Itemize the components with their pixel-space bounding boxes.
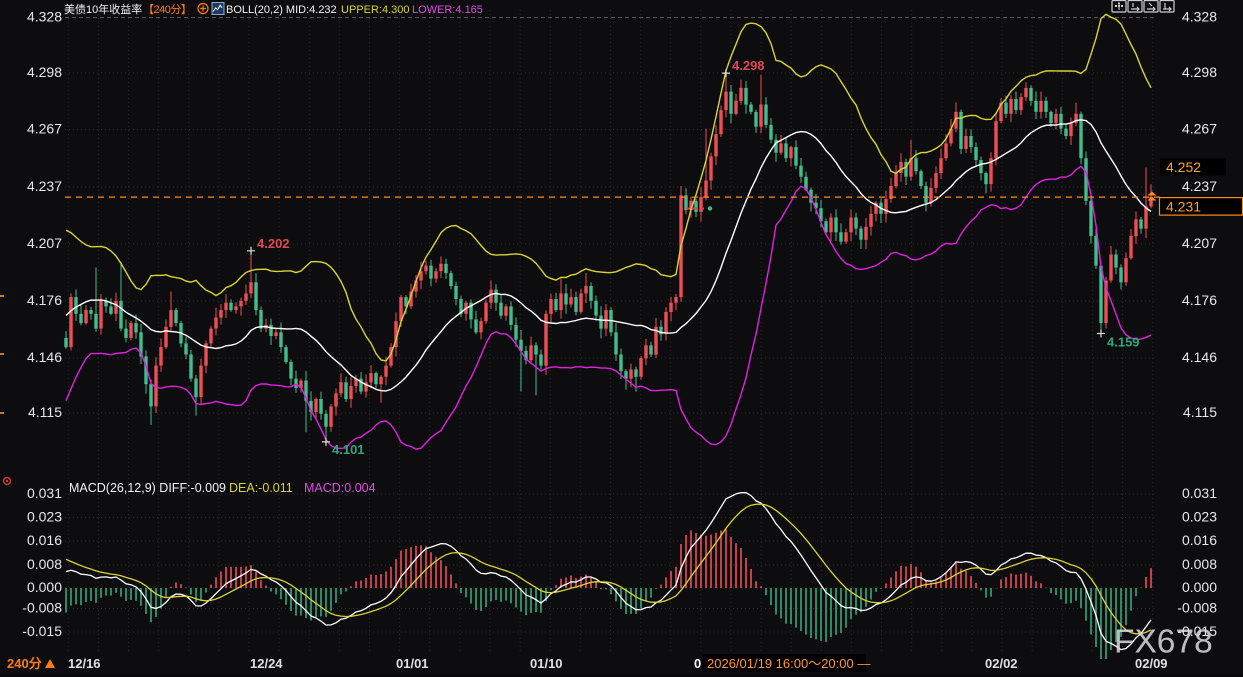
svg-text:BOLL(20,2) MID:4.232: BOLL(20,2) MID:4.232 xyxy=(226,4,337,16)
svg-text:4.176: 4.176 xyxy=(27,292,62,308)
svg-text:0.023: 0.023 xyxy=(27,509,62,525)
svg-text:4.101: 4.101 xyxy=(332,442,365,457)
svg-text:4.267: 4.267 xyxy=(27,121,62,137)
svg-text:0.008: 0.008 xyxy=(27,556,62,572)
svg-text:4.115: 4.115 xyxy=(1183,404,1217,420)
svg-text:4.298: 4.298 xyxy=(27,64,62,80)
svg-text:0.016: 0.016 xyxy=(27,532,62,548)
svg-text:4.115: 4.115 xyxy=(28,404,62,420)
svg-text:MACD(26,12,9) DIFF:-0.009: MACD(26,12,9) DIFF:-0.009 xyxy=(69,481,226,495)
svg-text:4.252: 4.252 xyxy=(1166,159,1201,175)
svg-text:0.016: 0.016 xyxy=(1182,532,1217,548)
svg-text:-0.015: -0.015 xyxy=(22,623,62,639)
svg-text:UPPER:4.300: UPPER:4.300 xyxy=(341,4,409,16)
svg-text:0.000: 0.000 xyxy=(27,579,62,595)
svg-text:240分: 240分 xyxy=(7,656,42,671)
svg-text:【240分】: 【240分】 xyxy=(143,3,191,16)
svg-text:4.328: 4.328 xyxy=(1182,9,1217,25)
svg-text:12/24: 12/24 xyxy=(250,656,283,671)
svg-text:MACD:0.004: MACD:0.004 xyxy=(304,481,376,495)
svg-text:4.146: 4.146 xyxy=(27,349,62,365)
svg-text:02/02: 02/02 xyxy=(985,656,1018,671)
svg-text:4.207: 4.207 xyxy=(27,235,62,251)
svg-text:2026/01/19 16:00～20:00 —: 2026/01/19 16:00～20:00 — xyxy=(707,656,870,671)
svg-text:0.031: 0.031 xyxy=(1182,485,1217,501)
svg-text:12/16: 12/16 xyxy=(68,656,101,671)
svg-text:01/01: 01/01 xyxy=(396,656,429,671)
svg-text:0: 0 xyxy=(694,656,701,671)
svg-text:LOWER:4.165: LOWER:4.165 xyxy=(412,4,483,16)
svg-text:4.267: 4.267 xyxy=(1182,121,1217,137)
svg-text:4.298: 4.298 xyxy=(732,58,765,73)
svg-text:美债10年收益率: 美债10年收益率 xyxy=(64,2,142,16)
svg-text:-0.008: -0.008 xyxy=(1177,600,1217,616)
svg-text:01/10: 01/10 xyxy=(530,656,563,671)
svg-text:4.328: 4.328 xyxy=(27,9,62,25)
svg-text:0.031: 0.031 xyxy=(27,485,62,501)
svg-text:4.231: 4.231 xyxy=(1166,199,1201,215)
svg-text:4.237: 4.237 xyxy=(27,178,62,194)
svg-text:4.146: 4.146 xyxy=(1182,349,1217,365)
svg-text:4.298: 4.298 xyxy=(1182,64,1217,80)
svg-text:0.008: 0.008 xyxy=(1182,556,1217,572)
svg-text:4.237: 4.237 xyxy=(1182,178,1217,194)
svg-text:4.176: 4.176 xyxy=(1182,292,1217,308)
svg-text:4.202: 4.202 xyxy=(257,236,290,251)
svg-text:-0.008: -0.008 xyxy=(22,600,62,616)
svg-text:4.207: 4.207 xyxy=(1182,235,1217,251)
svg-text:0.023: 0.023 xyxy=(1182,509,1217,525)
svg-text:0.000: 0.000 xyxy=(1182,579,1217,595)
svg-text:FX678: FX678 xyxy=(1114,624,1213,661)
svg-text:4.159: 4.159 xyxy=(1107,335,1140,350)
svg-text:DEA:-0.011: DEA:-0.011 xyxy=(229,481,293,495)
